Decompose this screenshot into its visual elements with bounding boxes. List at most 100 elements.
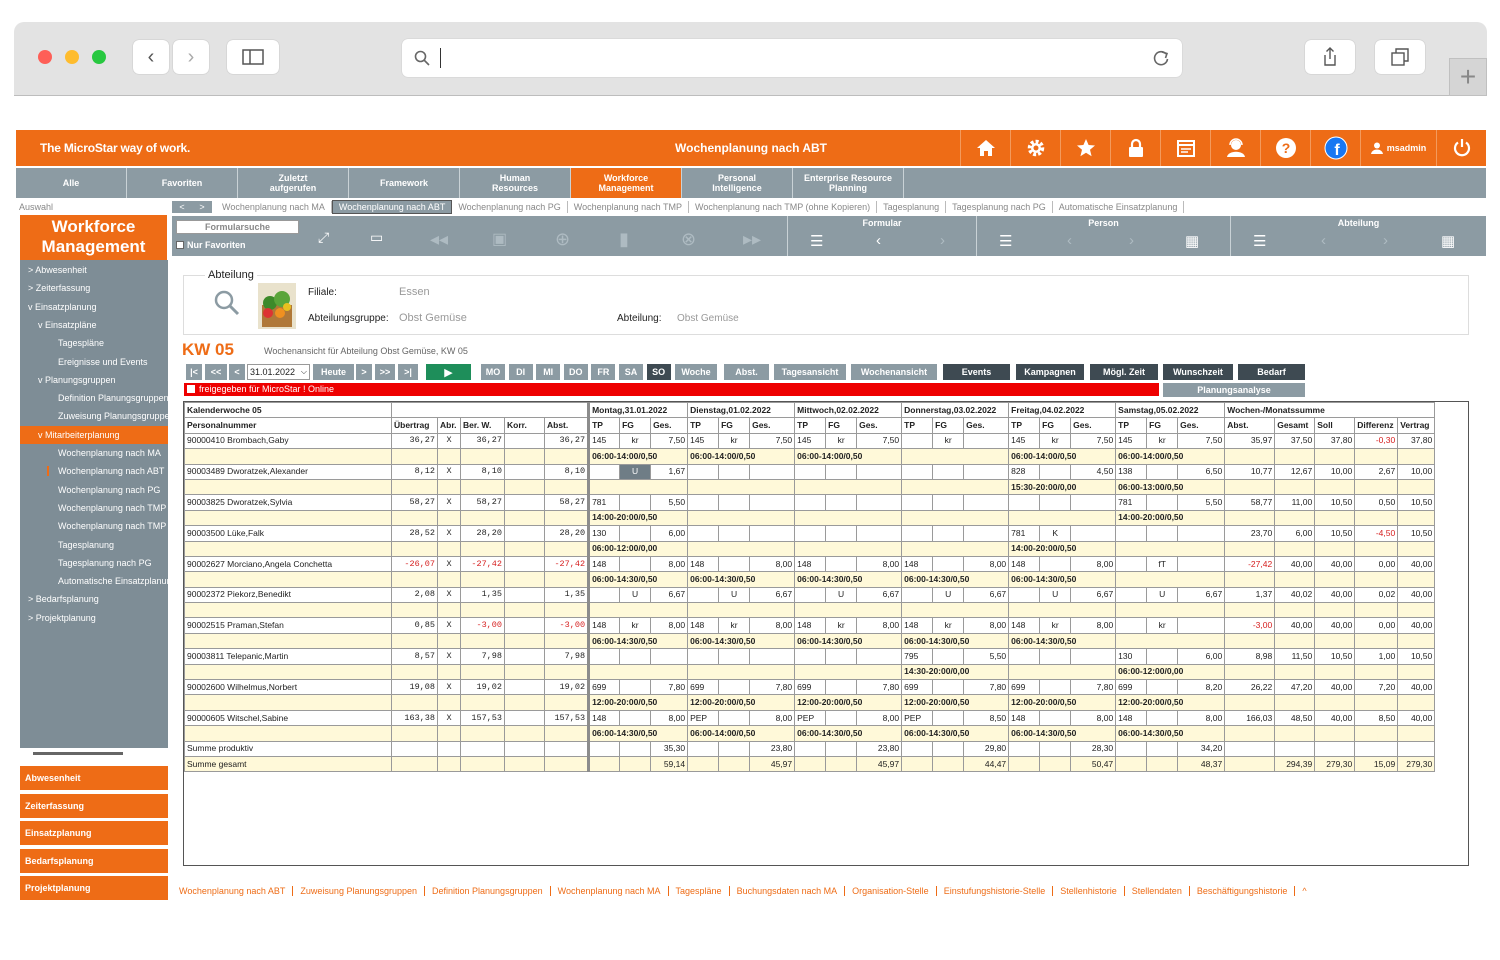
abteilung-grid-icon[interactable]: ▦ [1441,232,1455,250]
shift-time[interactable] [687,478,796,496]
sidebar-item[interactable]: v Einsatzplanung [20,298,168,316]
form-search-input[interactable]: Formularsuche [176,220,299,234]
day-button-mi[interactable]: MI [536,364,561,380]
shift-time[interactable]: 06:00-14:30/0,50 [1115,725,1226,742]
sidebar-item[interactable]: Wochenplanung nach TMP [20,499,168,517]
last-week-button[interactable]: >| [398,364,418,380]
date-input[interactable]: 31.01.2022 ⌵ [247,364,310,380]
grid-cell[interactable]: 148 [588,617,621,634]
sidebar-item[interactable]: Ereignisse und Events [20,353,168,371]
chevron-down-icon[interactable]: ⌵ [301,365,307,379]
calendar-icon[interactable] [1160,130,1210,166]
grid-cell[interactable] [1039,709,1072,727]
grid-cell[interactable]: 828 [1008,463,1041,480]
shift-time[interactable]: 06:00-14:30/0,50 [794,632,903,650]
person-next-icon[interactable]: › [1129,232,1134,249]
user-menu[interactable]: msadmin [1360,130,1436,166]
shift-time[interactable] [794,509,903,527]
grid-cell[interactable]: kr [718,432,751,450]
grid-cell[interactable]: 8,00 [1070,617,1117,634]
shift-time[interactable] [901,448,1010,465]
grid-cell[interactable] [1146,648,1179,665]
shift-time[interactable] [794,540,903,557]
grid-cell[interactable] [1039,555,1072,573]
grid-cell[interactable]: 130 [1115,648,1148,665]
gear-icon[interactable] [1010,130,1060,166]
grid-cell[interactable]: kr [1146,432,1179,450]
grid-cell[interactable] [963,432,1010,450]
table-row[interactable]: 90000605 Witschel,Sabine 163,38 X 157,53 157… [184,709,1436,727]
tab-wochenplanung-ma[interactable]: Wochenplanung nach MA [216,201,332,213]
grid-cell[interactable] [825,525,858,542]
grid-cell[interactable]: 7,80 [749,679,796,696]
shift-time[interactable]: 06:00-13:00/0,50 [1115,478,1226,496]
grid-cell[interactable]: U [1146,586,1179,604]
grid-cell[interactable] [718,494,751,511]
shift-time[interactable] [1115,602,1226,619]
side-button-projektplanung[interactable]: Projektplanung [20,876,168,901]
shift-time[interactable]: 06:00-14:00/0,50 [687,725,796,742]
grid-cell[interactable]: 7,80 [856,679,903,696]
nur-favoriten-checkbox[interactable]: Nur Favoriten [176,240,246,250]
grid-cell[interactable] [963,494,1010,511]
grid-cell[interactable] [619,555,652,573]
grid-cell[interactable] [1146,679,1179,696]
sidebar-item[interactable]: Tagespläne [20,334,168,352]
grid-cell[interactable]: 699 [901,679,934,696]
grid-cell[interactable] [1115,555,1148,573]
sidebar-item[interactable]: Wochenplanung nach MA [20,444,168,462]
grid-cell[interactable]: U [619,586,652,604]
person-grid-icon[interactable]: ▦ [1185,232,1199,250]
grid-cell[interactable]: 148 [588,555,621,573]
grid-cell[interactable] [1115,586,1148,604]
grid-cell[interactable] [963,525,1010,542]
home-icon[interactable] [960,130,1010,166]
grid-cell[interactable]: 8,00 [963,555,1010,573]
shift-time[interactable] [687,663,796,681]
grid-cell[interactable] [1146,494,1179,511]
grid-cell[interactable]: 148 [901,555,934,573]
sidebar-item[interactable]: Zuweisung Planungsgruppen [20,407,168,425]
maximize-window-dot[interactable] [92,50,106,64]
nav-human-resources[interactable]: Human Resources [460,168,571,198]
grid-cell[interactable]: 148 [1008,709,1041,727]
shift-time[interactable]: 14:00-20:00/0,50 [1008,540,1117,557]
shift-time[interactable]: 06:00-14:00/0,50 [588,448,689,465]
table-row[interactable]: 90003825 Dworatzek,Sylvia 58,27 X 58,27 58,2… [184,494,1436,511]
grid-cell[interactable]: 6,00 [1177,648,1226,665]
grid-cell[interactable] [794,586,827,604]
shift-time[interactable]: 06:00-14:00/0,50 [687,448,796,465]
grid-cell[interactable]: PEP [687,709,720,727]
tab-prev-icon[interactable]: < [179,202,184,212]
grid-cell[interactable]: 699 [687,679,720,696]
grid-cell[interactable]: 7,80 [650,679,689,696]
day-button-do[interactable]: DO [563,364,588,380]
grid-cell[interactable] [650,648,689,665]
grid-cell[interactable]: 7,80 [963,679,1010,696]
shift-time[interactable]: 06:00-14:30/0,50 [588,725,689,742]
shift-time[interactable]: 06:00-14:30/0,50 [901,632,1010,650]
grid-cell[interactable]: U [1039,586,1072,604]
grid-cell[interactable]: 6,67 [963,586,1010,604]
reload-icon[interactable] [1152,49,1170,67]
shift-time[interactable]: 06:00-14:30/0,50 [1008,571,1117,588]
grid-cell[interactable] [932,648,965,665]
day-button-di[interactable]: DI [508,364,533,380]
grid-cell[interactable]: kr [1039,617,1072,634]
grid-cell[interactable]: 8,00 [749,555,796,573]
grid-cell[interactable]: 6,50 [1177,463,1226,480]
grid-cell[interactable] [932,525,965,542]
footer-link[interactable]: Einstufungshistorie-Stelle [937,886,1054,896]
shift-time[interactable]: 06:00-14:00/0,50 [1008,448,1117,465]
grid-cell[interactable]: 6,67 [1177,586,1226,604]
table-row[interactable]: 90003500 Lüke,Falk 28,52 X 28,20 28,20 130 6,0… [184,525,1436,542]
grid-cell[interactable]: kr [619,617,652,634]
tab-tagesplanung[interactable]: Tagesplanung [877,201,947,213]
sidebar-item[interactable]: > Bedarfsplanung [20,590,168,608]
person-list-icon[interactable]: ☰ [999,232,1012,250]
first-record-icon[interactable]: ◂◂ [430,229,448,250]
grid-cell[interactable] [718,648,751,665]
grid-cell[interactable] [687,463,720,480]
wochenansicht-button[interactable]: Wochenansicht [851,364,937,380]
wunschzeit-button[interactable]: Wunschzeit [1163,364,1233,380]
